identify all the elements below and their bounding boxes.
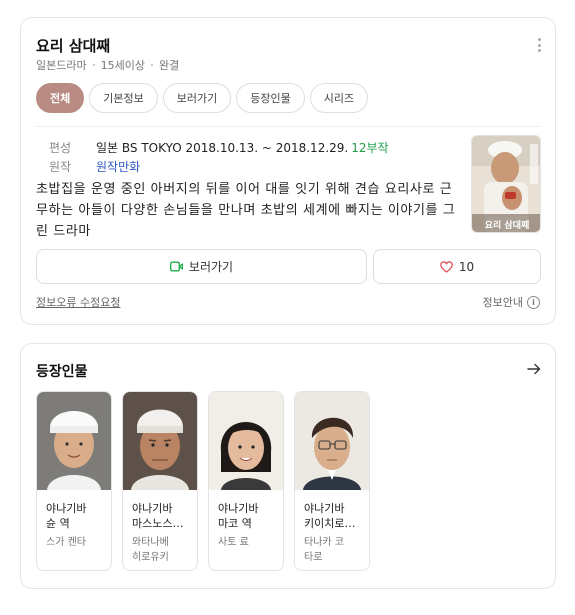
info-icon: i	[527, 295, 540, 309]
info-guide-link[interactable]: 정보안내 i	[483, 294, 540, 310]
like-count: 10	[458, 259, 475, 274]
watch-button-label: 보러가기	[188, 260, 234, 274]
tab-all[interactable]: 전체	[36, 83, 85, 113]
cast-role: 야나기바 키이치로…	[304, 502, 356, 530]
broadcast-value: 일본 BS TOKYO 2018.10.13. ~ 2018.12.29.	[96, 141, 349, 155]
cast-item[interactable]: 야나기바 키이치로… 타나카 코 타로	[294, 391, 370, 571]
meta-genre: 일본드라마	[36, 59, 87, 72]
info-guide-label: 정보안내	[482, 296, 523, 309]
original-label: 원작	[49, 160, 72, 174]
drama-description: 초밥집을 운영 중인 아버지의 뒤를 이어 대를 잇기 위해 견습 요리사로 근…	[36, 182, 456, 239]
original-link[interactable]: 원작만화	[96, 158, 140, 175]
cast-role: 야나기바 마스노스…	[132, 502, 184, 530]
more-options-icon[interactable]	[537, 38, 541, 52]
cast-photo	[295, 392, 369, 490]
separator-dot-icon	[92, 64, 95, 66]
cast-photo	[209, 392, 283, 490]
cast-actor: 스가 켄타	[46, 537, 86, 548]
poster-title-text: 요리 삼대째	[485, 219, 530, 231]
separator-dot-icon	[150, 64, 153, 66]
tab-basic-info[interactable]: 기본정보	[89, 83, 158, 113]
cast-role: 야나기바 마코 역	[218, 502, 259, 530]
heart-icon	[440, 260, 453, 273]
tab-bar: 전체 기본정보 보러가기 등장인물 시리즈	[36, 83, 373, 113]
cast-card: 등장인물 야나기바 슌 역 스가 켄타 야나기바 마스노스… 와타나베 히로유키…	[20, 343, 556, 589]
tab-watch[interactable]: 보러가기	[162, 83, 232, 113]
meta-status: 완결	[158, 59, 180, 72]
original-row: 원작 원작만화	[49, 158, 140, 175]
drama-info-card: 요리 삼대째 일본드라마 15세이상 완결 전체 기본정보 보러가기 등장인물 …	[20, 17, 556, 325]
video-icon	[169, 261, 183, 272]
cast-section-title[interactable]: 등장인물	[36, 361, 88, 381]
report-error-link[interactable]: 정보오류 수정요청	[36, 294, 120, 310]
episodes-count: 12부작	[351, 141, 389, 155]
cast-role: 야나기바 슌 역	[46, 502, 87, 530]
cast-photo	[37, 392, 111, 490]
cast-item[interactable]: 야나기바 마코 역 사토 료	[208, 391, 284, 571]
drama-meta: 일본드라마 15세이상 완결	[36, 57, 179, 73]
cast-item[interactable]: 야나기바 마스노스… 와타나베 히로유키	[122, 391, 198, 571]
tab-cast[interactable]: 등장인물	[236, 83, 305, 113]
drama-poster[interactable]: 요리 삼대째	[471, 135, 541, 233]
watch-button[interactable]: 보러가기	[36, 249, 367, 284]
arrow-right-icon[interactable]	[527, 362, 541, 376]
cast-photo	[123, 392, 197, 490]
like-button[interactable]: 10	[373, 249, 541, 284]
cast-item[interactable]: 야나기바 슌 역 스가 켄타	[36, 391, 112, 571]
cast-list: 야나기바 슌 역 스가 켄타 야나기바 마스노스… 와타나베 히로유키 야나기바…	[36, 391, 380, 571]
cast-actor: 사토 료	[218, 537, 249, 548]
divider	[36, 126, 540, 127]
broadcast-row: 편성 일본 BS TOKYO 2018.10.13. ~ 2018.12.29.…	[49, 139, 389, 156]
broadcast-label: 편성	[49, 141, 72, 155]
cast-actor: 타나카 코 타로	[304, 537, 344, 563]
meta-rating: 15세이상	[100, 59, 145, 72]
cast-actor: 와타나베 히로유키	[132, 537, 169, 563]
drama-title[interactable]: 요리 삼대째	[36, 35, 110, 56]
tab-series[interactable]: 시리즈	[309, 83, 369, 113]
